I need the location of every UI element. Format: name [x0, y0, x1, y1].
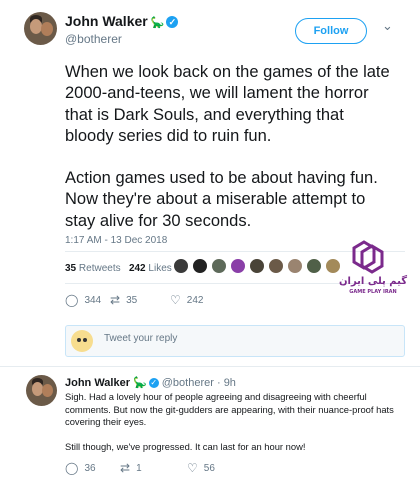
liker-avatar[interactable] — [306, 258, 322, 274]
retweets-stat[interactable]: 35 Retweets — [65, 263, 121, 274]
tweet-timestamp[interactable]: 1:17 AM - 13 Dec 2018 — [65, 235, 167, 246]
retweet-count: 1 — [136, 463, 142, 474]
reply-header: John Walker 🦕 ✓ @botherer · 9h — [65, 376, 236, 389]
liker-avatar[interactable] — [192, 258, 208, 274]
retweet-action[interactable]: ⇄ 35 — [110, 293, 137, 307]
reply-action[interactable]: ◯ 344 — [65, 293, 101, 307]
user-avatar — [71, 330, 93, 352]
chevron-down-icon[interactable]: ⌄ — [382, 18, 393, 34]
reply-composer[interactable] — [65, 325, 405, 357]
tweet-paragraph: Action games used to be about having fun… — [65, 169, 378, 230]
tweet-text: When we look back on the games of the la… — [65, 62, 395, 232]
reply-count: 36 — [84, 463, 96, 474]
heart-icon: ♡ — [187, 461, 198, 475]
author-name-row[interactable]: John Walker 🦕 ✓ — [65, 13, 179, 29]
reply-icon: ◯ — [65, 293, 79, 307]
reply-author-avatar[interactable] — [26, 375, 57, 406]
like-count: 242 — [186, 295, 204, 306]
reply-count: 344 — [84, 295, 102, 306]
like-action[interactable]: ♡ 242 — [170, 293, 203, 307]
liker-avatar[interactable] — [230, 258, 246, 274]
follow-button[interactable]: Follow — [295, 18, 367, 44]
svg-text:گیم پلی ایران: گیم پلی ایران — [339, 274, 407, 287]
dinosaur-emoji-icon: 🦕 — [150, 17, 165, 29]
author-name[interactable]: John Walker — [65, 13, 148, 29]
heart-icon: ♡ — [170, 293, 181, 307]
retweet-count: 35 — [126, 295, 138, 306]
reply-author-handle[interactable]: @botherer — [162, 377, 214, 389]
tweet-paragraph: When we look back on the games of the la… — [65, 63, 390, 145]
like-action[interactable]: ♡ 56 — [187, 461, 215, 475]
verified-badge-icon: ✓ — [166, 16, 179, 28]
reply-paragraph: Still though, we've progressed. It can l… — [65, 440, 306, 452]
reply-input[interactable] — [104, 333, 384, 344]
verified-badge-icon: ✓ — [148, 378, 159, 388]
liker-avatar[interactable] — [249, 258, 265, 274]
svg-text:GAME PLAY IRAN: GAME PLAY IRAN — [349, 289, 396, 295]
reply-age[interactable]: · 9h — [217, 377, 236, 389]
liker-avatar[interactable] — [211, 258, 227, 274]
reply-author-name[interactable]: John Walker — [65, 377, 130, 389]
engagement-stats: 35 Retweets 242 Likes — [65, 263, 172, 274]
author-avatar[interactable] — [24, 12, 57, 45]
retweet-action[interactable]: ⇄ 1 — [120, 461, 142, 475]
reply-action[interactable]: ◯ 36 — [65, 461, 96, 475]
reply-icon: ◯ — [65, 461, 79, 475]
liker-avatar[interactable] — [268, 258, 284, 274]
author-handle[interactable]: @botherer — [65, 32, 122, 46]
retweet-icon: ⇄ — [110, 293, 121, 307]
likes-stat[interactable]: 242 Likes — [129, 263, 172, 274]
divider — [0, 366, 420, 367]
reply-paragraph: Sigh. Had a lovely hour of people agreei… — [65, 391, 394, 428]
retweet-icon: ⇄ — [120, 461, 131, 475]
dinosaur-emoji-icon: 🦕 — [133, 377, 147, 389]
liker-avatar[interactable] — [173, 258, 189, 274]
like-count: 56 — [203, 463, 215, 474]
gameplay-iran-logo: گیم پلی ایران GAME PLAY IRAN — [339, 240, 407, 295]
reply-text: Sigh. Had a lovely hour of people agreei… — [65, 391, 405, 453]
liker-avatar[interactable] — [287, 258, 303, 274]
